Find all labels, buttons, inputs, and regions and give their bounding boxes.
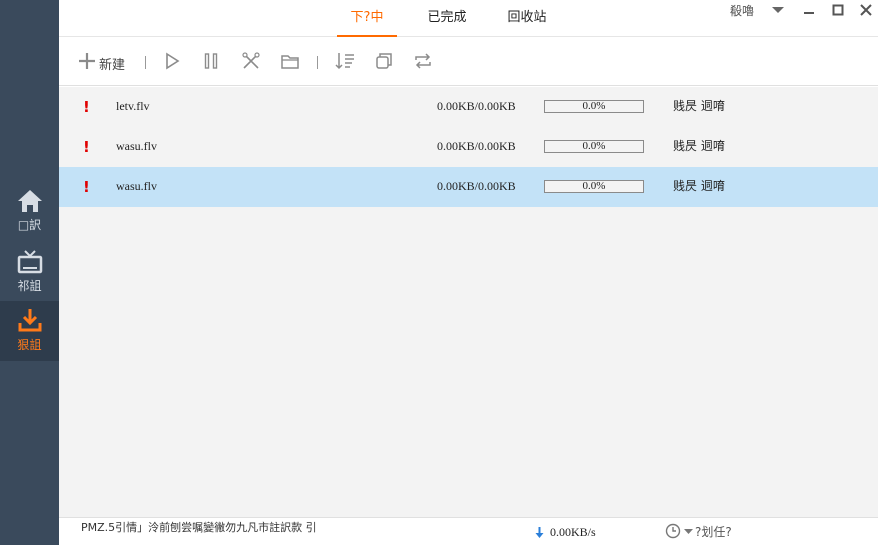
start-button[interactable] [163, 51, 181, 73]
download-row[interactable]: ! letv.flv 0.00KB/0.00KB 0.0% 贱昃 迵唷 [59, 87, 878, 127]
sort-icon [335, 53, 354, 70]
dropdown-icon[interactable] [771, 3, 785, 17]
progress-label: 0.0% [582, 180, 606, 192]
sidebar: □訳 祁詛 狠詛 [0, 0, 59, 545]
sidebar-item-downloads[interactable]: 狠詛 [0, 301, 59, 361]
minimize-icon[interactable] [802, 3, 816, 17]
new-task-label: 新建 [99, 58, 126, 73]
clock-icon [665, 523, 681, 539]
download-list: ! letv.flv 0.00KB/0.00KB 0.0% 贱昃 迵唷 ! wa… [59, 87, 878, 517]
status-tip: PMZ.5引情」泠前刨尝嘱變徶勿九凡市註訳款 引 [81, 521, 317, 534]
progress-bar: 0.0% [544, 180, 644, 193]
play-icon [166, 52, 180, 70]
scheduled-task-label: ?划任? [695, 525, 732, 539]
plus-icon [79, 53, 95, 69]
repeat-icon [415, 53, 431, 69]
file-size: 0.00KB/0.00KB [437, 179, 516, 193]
progress-bar: 0.0% [544, 100, 644, 113]
progress-label: 0.0% [582, 140, 606, 152]
status-text: 贱昃 迵唷 [673, 139, 725, 153]
download-icon [18, 309, 41, 332]
tv-icon [17, 250, 42, 274]
pause-button[interactable] [202, 51, 220, 73]
status-text: 贱昃 迵唷 [673, 179, 725, 193]
download-row[interactable]: ! wasu.flv 0.00KB/0.00KB 0.0% 贱昃 迵唷 [59, 167, 878, 207]
delete-icon [242, 52, 260, 69]
sidebar-item-tv[interactable]: 祁詛 [0, 247, 59, 307]
copy-link-button[interactable] [374, 51, 394, 73]
toolbar-divider [145, 56, 146, 69]
copy-icon [376, 53, 392, 69]
file-size: 0.00KB/0.00KB [437, 139, 516, 153]
error-icon: ! [83, 138, 90, 156]
title-bar: 下?中 已完成 回收站 殽嚕 [59, 0, 878, 37]
new-task-button[interactable]: 新建 [77, 51, 137, 73]
error-icon: ! [83, 178, 90, 196]
download-row[interactable]: ! wasu.flv 0.00KB/0.00KB 0.0% 贱昃 迵唷 [59, 127, 878, 167]
sidebar-item-home[interactable]: □訳 [0, 185, 59, 245]
toolbar: 新建 [59, 37, 878, 86]
download-speed-value: 0.00KB/s [550, 525, 596, 539]
file-size: 0.00KB/0.00KB [437, 99, 516, 113]
tab-recycle-bin[interactable]: 回收站 [497, 0, 557, 37]
home-icon [17, 190, 42, 212]
sidebar-item-label: □訳 [17, 218, 42, 232]
file-name: wasu.flv [116, 179, 157, 193]
status-bar: PMZ.5引情」泠前刨尝嘱變徶勿九凡市註訳款 引 0.00KB/s ?划任? [59, 517, 878, 545]
file-name: letv.flv [116, 99, 150, 113]
toolbar-divider [317, 56, 318, 69]
user-name[interactable]: 殽嚕 [730, 2, 754, 19]
progress-label: 0.0% [582, 100, 606, 112]
arrow-down-icon [535, 527, 544, 538]
sidebar-item-label: 祁詛 [17, 279, 42, 293]
delete-button[interactable] [241, 51, 261, 73]
status-text: 贱昃 迵唷 [673, 99, 725, 113]
tab-completed[interactable]: 已完成 [417, 0, 477, 37]
sidebar-item-label: 狠詛 [17, 338, 42, 352]
app-window: □訳 祁詛 狠詛 下?中 已完成 回收站 殽嚕 新建 ! letv.flv 0.… [0, 0, 878, 545]
pause-icon [204, 53, 218, 69]
open-folder-button[interactable] [280, 51, 300, 73]
tab-downloading[interactable]: 下?中 [337, 0, 397, 37]
file-name: wasu.flv [116, 139, 157, 153]
maximize-icon[interactable] [831, 3, 845, 17]
progress-bar: 0.0% [544, 140, 644, 153]
retry-button[interactable] [413, 51, 433, 73]
error-icon: ! [83, 98, 90, 116]
folder-icon [281, 55, 299, 69]
close-icon[interactable] [859, 3, 873, 17]
chevron-down-icon [684, 529, 693, 534]
sort-button[interactable] [334, 51, 356, 73]
